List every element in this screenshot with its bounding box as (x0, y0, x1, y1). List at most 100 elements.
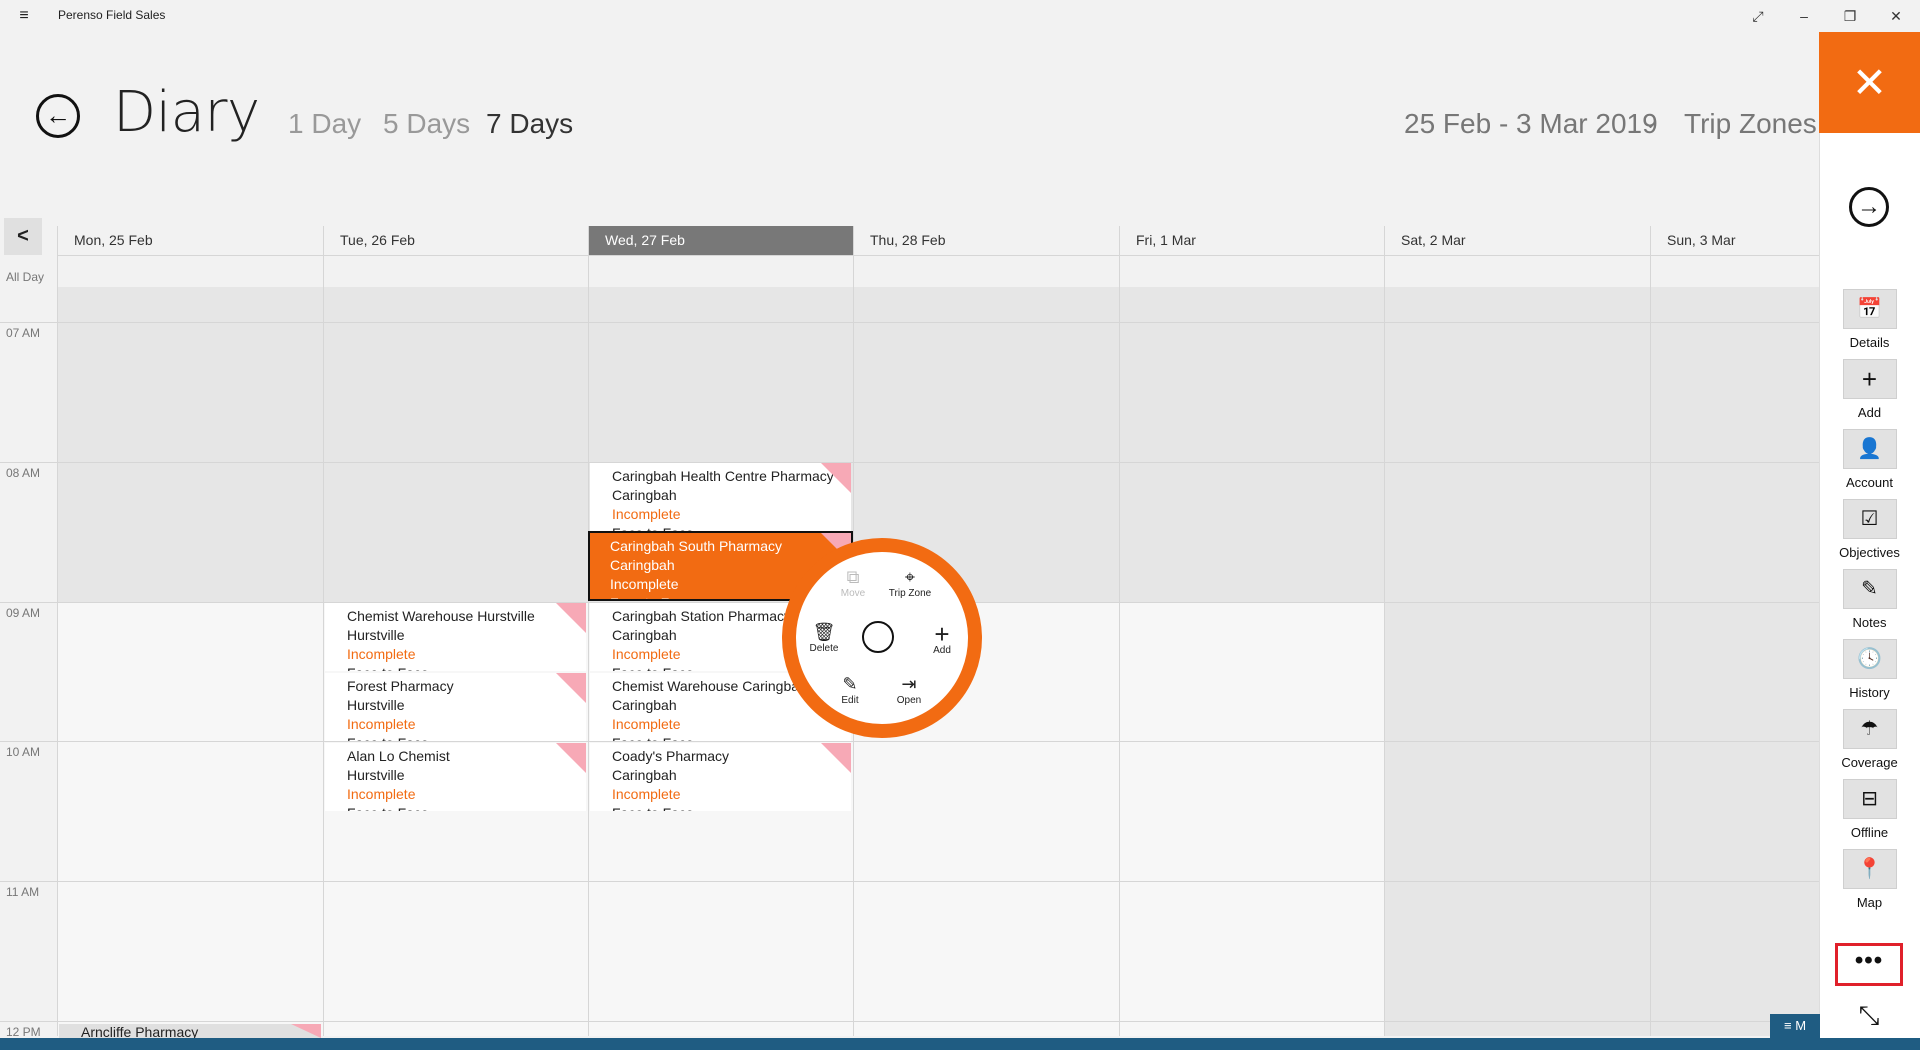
history-button[interactable]: 🕓 History (1819, 639, 1920, 700)
radial-trip-zone-label: Trip Zone (888, 588, 932, 599)
day-header-mon[interactable]: Mon, 25 Feb (57, 226, 323, 256)
column-divider (323, 256, 324, 1036)
time-label: 12 PM (6, 1025, 41, 1039)
restore-button[interactable]: ❐ (1835, 4, 1865, 28)
clock-icon: 🕓 (1842, 639, 1897, 679)
fullscreen-window-icon[interactable]: ⤢ (1743, 4, 1773, 28)
offline-label: Offline (1850, 825, 1889, 840)
plus-icon: + (1842, 359, 1897, 399)
pencil-icon: ✎ (842, 674, 858, 694)
date-range-selector[interactable]: 25 Feb - 3 Mar 2019 (1404, 108, 1658, 140)
radial-move-label: Move (840, 588, 866, 599)
appointment-card[interactable]: Chemist Warehouse Hurstville Hurstville … (325, 603, 586, 671)
umbrella-icon: ☂ (1842, 709, 1897, 749)
objectives-button[interactable]: ☑ Objectives (1819, 499, 1920, 560)
time-label: 09 AM (6, 606, 41, 620)
notes-label: Notes (1852, 615, 1887, 630)
weekend-shade (1384, 256, 1819, 1036)
hour-line (0, 881, 1819, 882)
radial-menu-center-button[interactable] (862, 621, 894, 653)
appointment-name: Caringbah Health Centre Pharmacy (612, 468, 834, 484)
radial-move-button[interactable]: ⧉ Move (823, 566, 883, 599)
appointment-status: Incomplete (347, 646, 416, 662)
appointment-card[interactable]: Arncliffe Pharmacy (59, 1024, 321, 1038)
all-day-label: All Day (6, 270, 45, 284)
page-title: Diary (113, 80, 260, 145)
appointment-card[interactable]: Caringbah Health Centre Pharmacy Caringb… (590, 463, 851, 531)
day-header-fri[interactable]: Fri, 1 Mar (1119, 226, 1384, 256)
history-label: History (1849, 685, 1890, 700)
appointment-status: Incomplete (347, 716, 416, 732)
previous-week-button[interactable]: < (4, 218, 42, 255)
day-header-sun[interactable]: Sun, 3 Mar (1650, 226, 1819, 256)
expand-icon[interactable]: ⤡ (1849, 998, 1889, 1032)
appointment-card[interactable]: Forest Pharmacy Hurstville Incomplete Fa… (325, 673, 586, 741)
day-header-wed[interactable]: Wed, 27 Feb (588, 226, 853, 256)
map-button[interactable]: 📍 Map (1819, 849, 1920, 910)
account-button[interactable]: 👤 Account (1819, 429, 1920, 490)
details-button[interactable]: 📅 Details (1819, 289, 1920, 350)
checklist-icon: ☑ (1842, 499, 1897, 539)
radial-delete-button[interactable]: 🗑 Delete (794, 621, 854, 654)
hour-line (0, 462, 1819, 463)
column-divider (1650, 256, 1651, 1036)
trip-zones-selector[interactable]: Trip Zones (1684, 108, 1817, 140)
move-icon: ⧉ (846, 567, 860, 587)
day-header-tue[interactable]: Tue, 26 Feb (323, 226, 588, 256)
view-tab-1-day[interactable]: 1 Day (288, 108, 361, 140)
appointment-status: Incomplete (612, 506, 681, 522)
radial-delete-label: Delete (809, 643, 839, 654)
time-label: 07 AM (6, 326, 41, 340)
close-icon[interactable]: ✕ (1819, 32, 1920, 133)
radial-edit-label: Edit (841, 695, 859, 706)
coverage-button[interactable]: ☂ Coverage (1819, 709, 1920, 770)
map-pin-icon: 📍 (1842, 849, 1897, 889)
notes-button[interactable]: ✎ Notes (1819, 569, 1920, 630)
hamburger-menu-icon[interactable]: ≡ (14, 6, 34, 26)
appointment-suburb: Caringbah (612, 487, 677, 503)
close-window-button[interactable]: ✕ (1881, 4, 1911, 28)
coverage-label: Coverage (1841, 755, 1898, 770)
back-arrow-icon[interactable]: ← (36, 94, 80, 138)
radial-open-button[interactable]: ⇥ Open (879, 673, 939, 706)
appointment-status: Incomplete (347, 786, 416, 802)
map-label: Map (1856, 895, 1883, 910)
appointment-suburb: Hurstville (347, 627, 405, 643)
hour-line (0, 322, 1819, 323)
offline-button[interactable]: ⊟ Offline (1819, 779, 1920, 840)
bottom-status-bar (0, 1038, 1920, 1050)
time-label: 10 AM (6, 745, 41, 759)
day-header-sat[interactable]: Sat, 2 Mar (1384, 226, 1650, 256)
chevron-down-icon[interactable]: ⌄ (1643, 112, 1658, 133)
view-tab-7-days[interactable]: 7 Days (486, 108, 573, 140)
flag-corner-icon (821, 463, 851, 493)
view-tab-5-days[interactable]: 5 Days (383, 108, 470, 140)
account-label: Account (1846, 475, 1893, 490)
appointment-type: Face to Face (347, 804, 586, 811)
appointment-name: Alan Lo Chemist (347, 748, 450, 764)
add-label: Add (1857, 405, 1882, 420)
radial-trip-zone-button[interactable]: ⌖ Trip Zone (880, 566, 940, 599)
forward-arrow-icon[interactable]: → (1849, 187, 1889, 227)
appointment-card[interactable]: Coady's Pharmacy Caringbah Incomplete Fa… (590, 743, 851, 811)
day-header-thu[interactable]: Thu, 28 Feb (853, 226, 1119, 256)
column-divider (588, 256, 589, 1036)
title-bar (0, 0, 1920, 32)
trash-icon: 🗑 (812, 622, 836, 642)
minimize-button[interactable]: – (1789, 4, 1819, 28)
appointment-name: Chemist Warehouse Hurstville (347, 608, 535, 624)
radial-edit-button[interactable]: ✎ Edit (820, 673, 880, 706)
radial-add-button[interactable]: + Add (912, 621, 972, 656)
flag-corner-icon (556, 603, 586, 633)
bottom-menu-button[interactable]: ≡ M (1770, 1014, 1820, 1038)
more-options-icon[interactable]: ••• (1835, 943, 1903, 986)
appointment-type: Face to Face (612, 804, 851, 811)
map-pin-icon: ⌖ (904, 567, 916, 587)
add-button[interactable]: + Add (1819, 359, 1920, 420)
column-divider (1384, 256, 1385, 1036)
flag-corner-icon (556, 673, 586, 703)
app-title: Perenso Field Sales (58, 8, 166, 22)
appointment-card[interactable]: Alan Lo Chemist Hurstville Incomplete Fa… (325, 743, 586, 811)
appointment-status: Incomplete (612, 786, 681, 802)
time-label: 08 AM (6, 466, 41, 480)
